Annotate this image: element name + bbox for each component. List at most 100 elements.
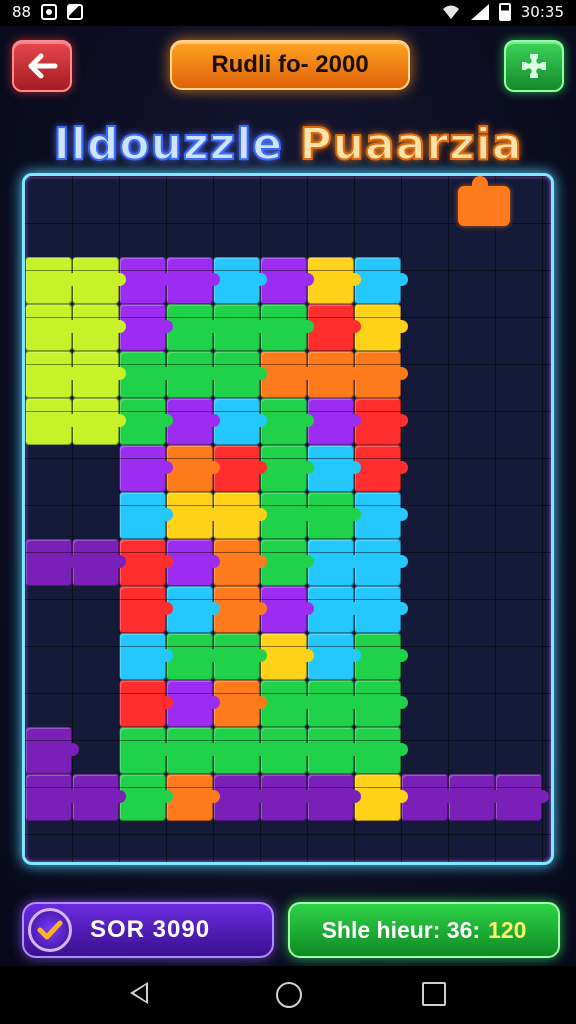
puzzle-piece[interactable]: [354, 257, 408, 304]
puzzle-piece[interactable]: [119, 633, 173, 680]
best-score-panel[interactable]: Shle hieur: 36: 120: [288, 902, 560, 958]
puzzle-piece[interactable]: [260, 633, 314, 680]
puzzle-piece[interactable]: [166, 727, 220, 774]
puzzle-piece[interactable]: [72, 539, 126, 586]
puzzle-piece[interactable]: [166, 680, 220, 727]
puzzle-piece[interactable]: [119, 680, 173, 727]
puzzle-piece[interactable]: [166, 398, 220, 445]
nav-back-icon[interactable]: [130, 982, 148, 1004]
puzzle-piece[interactable]: [213, 680, 267, 727]
puzzle-piece[interactable]: [119, 257, 173, 304]
puzzle-piece[interactable]: [307, 304, 361, 351]
puzzle-piece[interactable]: [166, 351, 220, 398]
puzzle-piece[interactable]: [119, 398, 173, 445]
puzzle-piece[interactable]: [307, 680, 361, 727]
puzzle-piece[interactable]: [213, 351, 267, 398]
puzzle-piece[interactable]: [166, 445, 220, 492]
back-button[interactable]: [12, 40, 72, 92]
puzzle-piece[interactable]: [307, 727, 361, 774]
puzzle-piece[interactable]: [307, 586, 361, 633]
puzzle-piece[interactable]: [25, 774, 79, 821]
puzzle-piece[interactable]: [260, 539, 314, 586]
puzzle-piece[interactable]: [307, 539, 361, 586]
puzzle-piece[interactable]: [495, 774, 549, 821]
level-title-pill[interactable]: Rudli fo- 2000: [170, 40, 410, 90]
puzzle-piece[interactable]: [354, 445, 408, 492]
puzzle-piece[interactable]: [213, 539, 267, 586]
puzzle-pieces[interactable]: [25, 176, 551, 862]
puzzle-piece[interactable]: [119, 492, 173, 539]
puzzle-piece[interactable]: [119, 586, 173, 633]
puzzle-piece[interactable]: [72, 257, 126, 304]
puzzle-piece[interactable]: [260, 586, 314, 633]
puzzle-piece[interactable]: [72, 398, 126, 445]
puzzle-piece[interactable]: [119, 539, 173, 586]
puzzle-piece[interactable]: [119, 351, 173, 398]
puzzle-piece[interactable]: [25, 304, 79, 351]
puzzle-piece[interactable]: [354, 304, 408, 351]
puzzle-piece[interactable]: [354, 586, 408, 633]
score-panel[interactable]: SOR 3090: [22, 902, 274, 958]
puzzle-piece[interactable]: [354, 539, 408, 586]
puzzle-piece[interactable]: [354, 774, 408, 821]
puzzle-piece[interactable]: [307, 398, 361, 445]
puzzle-piece[interactable]: [213, 398, 267, 445]
puzzle-piece[interactable]: [166, 539, 220, 586]
puzzle-piece[interactable]: [307, 445, 361, 492]
puzzle-piece[interactable]: [166, 257, 220, 304]
puzzle-piece[interactable]: [354, 398, 408, 445]
puzzle-piece[interactable]: [119, 445, 173, 492]
puzzle-piece[interactable]: [119, 727, 173, 774]
puzzle-piece[interactable]: [72, 351, 126, 398]
puzzle-piece[interactable]: [448, 774, 502, 821]
puzzle-piece[interactable]: [72, 774, 126, 821]
puzzle-piece[interactable]: [260, 727, 314, 774]
puzzle-piece[interactable]: [72, 304, 126, 351]
puzzle-piece[interactable]: [213, 257, 267, 304]
puzzle-piece[interactable]: [213, 304, 267, 351]
puzzle-piece[interactable]: [166, 633, 220, 680]
puzzle-piece[interactable]: [354, 633, 408, 680]
puzzle-piece[interactable]: [307, 774, 361, 821]
puzzle-piece[interactable]: [307, 492, 361, 539]
puzzle-piece[interactable]: [307, 257, 361, 304]
puzzle-piece[interactable]: [260, 680, 314, 727]
puzzle-piece[interactable]: [25, 257, 79, 304]
puzzle-piece[interactable]: [166, 304, 220, 351]
puzzle-piece[interactable]: [260, 351, 314, 398]
puzzle-piece[interactable]: [260, 445, 314, 492]
puzzle-button[interactable]: [504, 40, 564, 92]
puzzle-piece[interactable]: [119, 304, 173, 351]
puzzle-piece[interactable]: [25, 539, 79, 586]
puzzle-piece[interactable]: [260, 398, 314, 445]
puzzle-piece[interactable]: [213, 445, 267, 492]
puzzle-piece[interactable]: [166, 586, 220, 633]
puzzle-piece[interactable]: [260, 304, 314, 351]
puzzle-piece[interactable]: [213, 586, 267, 633]
puzzle-piece[interactable]: [307, 351, 361, 398]
puzzle-piece[interactable]: [354, 680, 408, 727]
puzzle-piece[interactable]: [25, 351, 79, 398]
puzzle-piece[interactable]: [354, 492, 408, 539]
puzzle-piece[interactable]: [260, 257, 314, 304]
puzzle-piece[interactable]: [25, 398, 79, 445]
loose-puzzle-piece[interactable]: [458, 176, 510, 226]
puzzle-piece[interactable]: [213, 727, 267, 774]
puzzle-piece[interactable]: [260, 774, 314, 821]
puzzle-piece[interactable]: [166, 492, 220, 539]
puzzle-board[interactable]: [22, 173, 554, 865]
puzzle-piece[interactable]: [354, 351, 408, 398]
puzzle-piece[interactable]: [25, 727, 79, 774]
puzzle-piece[interactable]: [213, 633, 267, 680]
puzzle-piece[interactable]: [401, 774, 455, 821]
nav-recent-icon[interactable]: [422, 982, 446, 1006]
puzzle-piece[interactable]: [213, 492, 267, 539]
puzzle-piece[interactable]: [119, 774, 173, 821]
puzzle-piece[interactable]: [354, 727, 408, 774]
status-text: 88: [12, 3, 32, 21]
nav-home-icon[interactable]: [276, 982, 302, 1008]
puzzle-piece[interactable]: [213, 774, 267, 821]
puzzle-piece[interactable]: [260, 492, 314, 539]
puzzle-piece[interactable]: [166, 774, 220, 821]
puzzle-piece[interactable]: [307, 633, 361, 680]
